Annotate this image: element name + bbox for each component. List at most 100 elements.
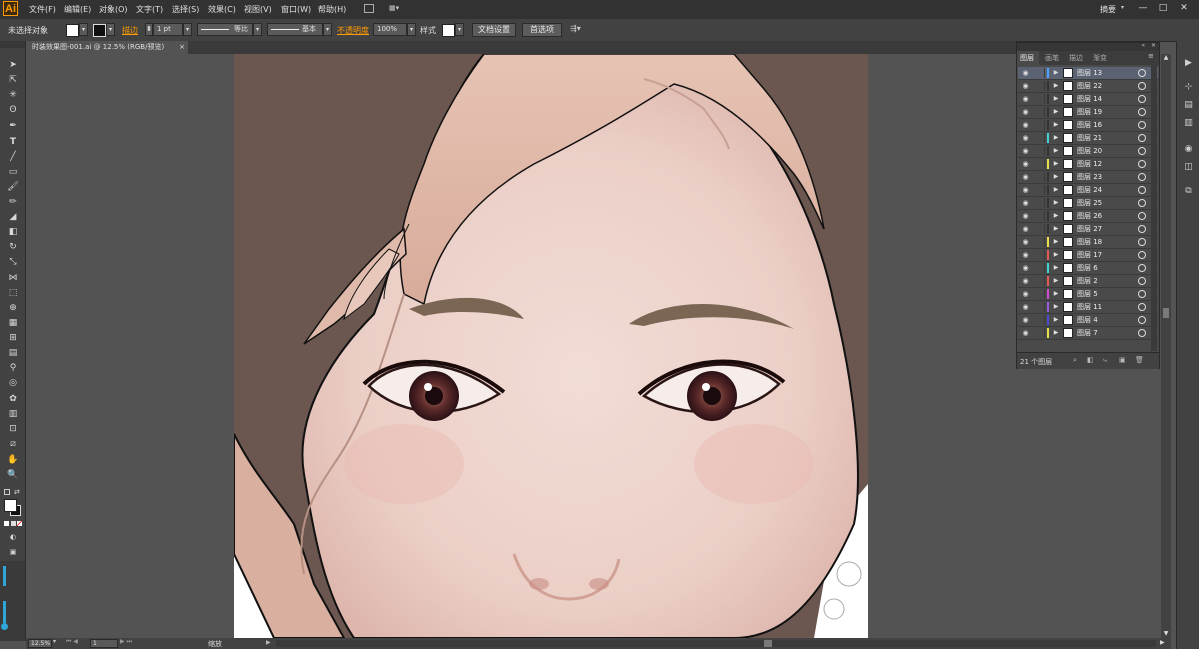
opacity-label[interactable]: 不透明度 <box>337 25 369 36</box>
layer-row[interactable]: ◉ ▶ 图层 24 <box>1018 184 1158 197</box>
layer-name[interactable]: 图层 21 <box>1077 133 1102 143</box>
layer-row[interactable]: ◉ ▶ 图层 19 <box>1018 106 1158 119</box>
column-graph-tool-icon[interactable]: ▥ <box>6 408 20 420</box>
mesh-tool-icon[interactable]: ⊞ <box>6 332 20 344</box>
direct-selection-tool-icon[interactable]: ⇱ <box>6 74 20 86</box>
brush-dropdown[interactable]: ▾ <box>323 23 332 36</box>
tab-brushes[interactable]: 画笔 <box>1045 53 1059 63</box>
tab-layers[interactable]: 图层 <box>1020 53 1034 63</box>
panel-header[interactable]: « ✕ <box>1017 42 1159 51</box>
transform-icon[interactable]: ⧉ <box>1183 186 1194 197</box>
visibility-eye-icon[interactable]: ◉ <box>1021 69 1030 77</box>
scroll-down-icon[interactable]: ▼ <box>1161 630 1171 638</box>
lock-toggle[interactable] <box>1032 94 1045 104</box>
color-mode-icon[interactable] <box>4 521 9 526</box>
minimize-button[interactable]: — <box>1134 2 1152 14</box>
lock-toggle[interactable] <box>1032 289 1045 299</box>
lock-toggle[interactable] <box>1032 237 1045 247</box>
target-circle-icon[interactable] <box>1138 147 1146 155</box>
layer-row[interactable]: ◉ ▶ 图层 5 <box>1018 288 1158 301</box>
visibility-eye-icon[interactable]: ◉ <box>1021 134 1030 142</box>
first-artboard-icon[interactable]: ⏮ ◀ <box>66 638 78 646</box>
blob-brush-tool-icon[interactable]: ◢ <box>6 211 20 223</box>
visibility-eye-icon[interactable]: ◉ <box>1021 290 1030 298</box>
artboard-tool-icon[interactable]: ⊡ <box>6 423 20 435</box>
visibility-eye-icon[interactable]: ◉ <box>1021 95 1030 103</box>
lock-toggle[interactable] <box>1032 120 1045 130</box>
layer-name[interactable]: 图层 14 <box>1077 94 1102 104</box>
visibility-eye-icon[interactable]: ◉ <box>1021 173 1030 181</box>
eyedropper-tool-icon[interactable]: ⚲ <box>6 362 20 374</box>
lock-toggle[interactable] <box>1032 198 1045 208</box>
visibility-eye-icon[interactable]: ◉ <box>1021 251 1030 259</box>
layer-row[interactable]: ◉ ▶ 图层 14 <box>1018 93 1158 106</box>
layer-row[interactable]: ◉ ▶ 图层 13 <box>1018 67 1158 80</box>
lock-toggle[interactable] <box>1032 133 1045 143</box>
lock-toggle[interactable] <box>1032 276 1045 286</box>
expand-arrow-icon[interactable]: ▶ <box>1052 146 1060 156</box>
document-tab[interactable]: 时装效果图-001.ai @ 12.5% (RGB/预览) × <box>26 41 188 54</box>
target-circle-icon[interactable] <box>1138 316 1146 324</box>
layer-row[interactable]: ◉ ▶ 图层 20 <box>1018 145 1158 158</box>
visibility-eye-icon[interactable]: ◉ <box>1021 82 1030 90</box>
layer-row[interactable]: ◉ ▶ 图层 17 <box>1018 249 1158 262</box>
preferences-button[interactable]: 首选项 <box>522 23 562 37</box>
layer-row[interactable]: ◉ ▶ 图层 23 <box>1018 171 1158 184</box>
zoom-tool-icon[interactable]: 🔍 <box>6 469 20 481</box>
paintbrush-tool-icon[interactable]: 🖌 <box>6 181 20 193</box>
free-transform-tool-icon[interactable]: ⬚ <box>6 287 20 299</box>
clipping-mask-icon[interactable]: ◧ <box>1087 356 1094 364</box>
graphic-style-swatch[interactable] <box>442 24 455 37</box>
layer-name[interactable]: 图层 13 <box>1077 68 1102 78</box>
expand-arrow-icon[interactable]: ▶ <box>1052 133 1060 143</box>
expand-arrow-icon[interactable]: ▶ <box>1052 81 1060 91</box>
target-circle-icon[interactable] <box>1138 95 1146 103</box>
layer-row[interactable]: ◉ ▶ 图层 16 <box>1018 119 1158 132</box>
expand-arrow-icon[interactable]: ▶ <box>1052 328 1060 338</box>
visibility-eye-icon[interactable]: ◉ <box>1021 212 1030 220</box>
visibility-eye-icon[interactable]: ◉ <box>1021 160 1030 168</box>
horizontal-scrollbar[interactable] <box>276 640 1156 647</box>
new-sublayer-icon[interactable]: ⤷ <box>1103 356 1107 365</box>
blend-tool-icon[interactable]: ◎ <box>6 377 20 389</box>
lock-toggle[interactable] <box>1032 224 1045 234</box>
expand-arrow-icon[interactable]: ▶ <box>1052 107 1060 117</box>
layer-name[interactable]: 图层 24 <box>1077 185 1102 195</box>
align-icon[interactable]: ▥ <box>1183 118 1194 129</box>
width-tool-icon[interactable]: ⋈ <box>6 272 20 284</box>
visibility-eye-icon[interactable]: ◉ <box>1021 277 1030 285</box>
info-icon[interactable]: ▤ <box>1183 100 1194 111</box>
fill-color-box[interactable] <box>4 499 17 512</box>
layer-name[interactable]: 图层 2 <box>1077 276 1098 286</box>
fill-swatch[interactable] <box>66 24 79 37</box>
stroke-dropdown[interactable]: ▾ <box>106 23 115 36</box>
target-circle-icon[interactable] <box>1138 238 1146 246</box>
document-setup-button[interactable]: 文档设置 <box>472 23 516 37</box>
lock-toggle[interactable] <box>1032 68 1045 78</box>
gradient-tool-icon[interactable]: ▤ <box>6 347 20 359</box>
layer-name[interactable]: 图层 5 <box>1077 289 1098 299</box>
menu-help[interactable]: 帮助(H) <box>318 3 346 16</box>
lock-toggle[interactable] <box>1032 328 1045 338</box>
menu-file[interactable]: 文件(F) <box>29 3 56 16</box>
layer-name[interactable]: 图层 6 <box>1077 263 1098 273</box>
layer-row[interactable]: ◉ ▶ 图层 7 <box>1018 327 1158 340</box>
lock-toggle[interactable] <box>1032 315 1045 325</box>
layer-name[interactable]: 图层 17 <box>1077 250 1102 260</box>
layer-name[interactable]: 图层 25 <box>1077 198 1102 208</box>
variable-width-profile[interactable]: 等比 <box>197 23 253 36</box>
stroke-weight-dropdown[interactable]: ▾ <box>183 23 192 36</box>
visibility-eye-icon[interactable]: ◉ <box>1021 108 1030 116</box>
layer-name[interactable]: 图层 22 <box>1077 81 1102 91</box>
play-icon[interactable]: ▶ <box>1183 58 1194 69</box>
lock-toggle[interactable] <box>1032 250 1045 260</box>
lock-toggle[interactable] <box>1032 159 1045 169</box>
shape-builder-tool-icon[interactable]: ⊕ <box>6 302 20 314</box>
pen-tool-icon[interactable]: ✒ <box>6 120 20 132</box>
opacity-input[interactable]: 100% <box>373 23 407 36</box>
graphic-styles-icon[interactable]: ◫ <box>1183 162 1194 173</box>
layer-row[interactable]: ◉ ▶ 图层 27 <box>1018 223 1158 236</box>
close-button[interactable]: ✕ <box>1175 2 1193 14</box>
visibility-eye-icon[interactable]: ◉ <box>1021 316 1030 324</box>
expand-arrow-icon[interactable]: ▶ <box>1052 68 1060 78</box>
